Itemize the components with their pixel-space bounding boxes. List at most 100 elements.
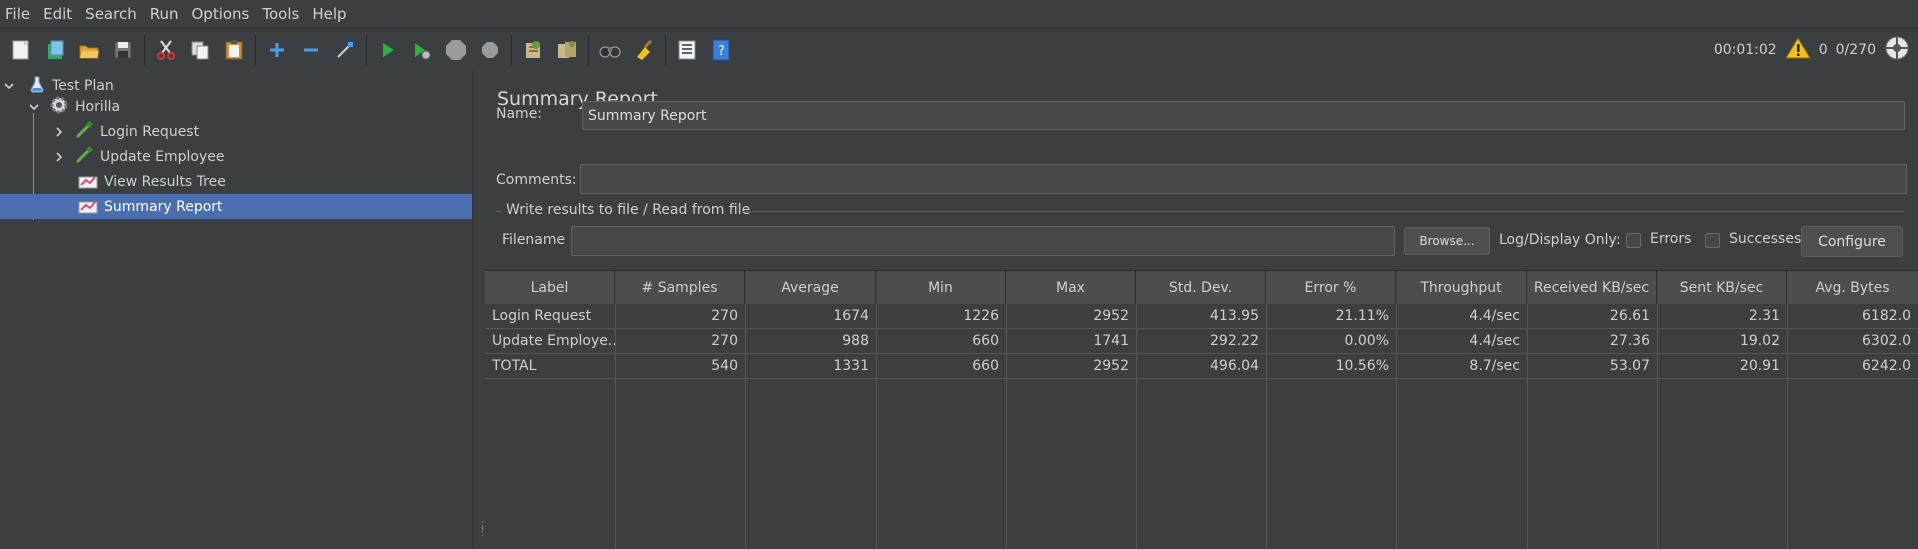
table-cell: 6242.0 bbox=[1862, 358, 1911, 374]
chevron-down-icon[interactable] bbox=[2, 79, 16, 93]
start-icon[interactable] bbox=[376, 38, 400, 62]
menu-bar: File Edit Search Run Options Tools Help bbox=[0, 0, 1918, 28]
expand-icon[interactable] bbox=[265, 38, 289, 62]
menu-run[interactable]: Run bbox=[145, 5, 187, 23]
filename-label: Filename bbox=[502, 232, 566, 248]
search-icon[interactable] bbox=[598, 38, 622, 62]
menu-file[interactable]: File bbox=[0, 5, 38, 23]
table-cell: 20.91 bbox=[1739, 358, 1780, 374]
chevron-right-icon[interactable] bbox=[52, 125, 66, 139]
table-cell: 4.4/sec bbox=[1469, 308, 1520, 324]
errors-checkbox[interactable] bbox=[1626, 233, 1641, 248]
elapsed-timer: 00:01:02 bbox=[1713, 42, 1777, 58]
menu-help[interactable]: Help bbox=[307, 5, 354, 23]
toolbar-separator bbox=[144, 35, 145, 65]
tree-item-label: Summary Report bbox=[104, 198, 223, 215]
toggle-icon[interactable] bbox=[333, 38, 357, 62]
table-cell: 270 bbox=[711, 308, 738, 324]
tree-item-label: View Results Tree bbox=[104, 173, 226, 190]
column-header-throughput[interactable]: Throughput bbox=[1396, 271, 1527, 304]
name-field[interactable]: Summary Report bbox=[582, 101, 1905, 130]
split-pane-divider[interactable]: ⋮ ⋮ bbox=[472, 71, 488, 548]
successes-checkbox[interactable] bbox=[1705, 233, 1720, 248]
column-header-max[interactable]: Max bbox=[1006, 271, 1136, 304]
menu-search[interactable]: Search bbox=[80, 5, 145, 23]
toolbar-separator bbox=[255, 35, 256, 65]
table-cell: 413.95 bbox=[1210, 308, 1259, 324]
column-header-received-kb[interactable]: Received KB/sec bbox=[1527, 271, 1657, 304]
tree-item-summary-report[interactable]: Summary Report bbox=[0, 194, 472, 219]
svg-text:?: ? bbox=[718, 44, 725, 59]
tree-item-view-results-tree[interactable]: View Results Tree bbox=[0, 169, 472, 194]
table-cell: 21.11% bbox=[1335, 308, 1389, 324]
paste-icon[interactable] bbox=[222, 38, 246, 62]
table-cell: 1674 bbox=[833, 308, 869, 324]
chevron-right-icon[interactable] bbox=[52, 150, 66, 164]
browse-button[interactable]: Browse... bbox=[1404, 227, 1490, 255]
clear-all-icon[interactable] bbox=[555, 38, 579, 62]
table-cell: 988 bbox=[842, 333, 869, 349]
table-cell: TOTAL bbox=[492, 358, 537, 374]
tree-item-login-request[interactable]: Login Request bbox=[0, 119, 472, 144]
column-header-label[interactable]: Label bbox=[485, 271, 615, 304]
thread-group-gear-icon bbox=[49, 95, 69, 119]
toolbar-separator bbox=[665, 35, 666, 65]
menu-edit[interactable]: Edit bbox=[38, 5, 80, 23]
warning-icon[interactable] bbox=[1784, 36, 1811, 64]
table-cell: 26.61 bbox=[1609, 308, 1650, 324]
function-helper-icon[interactable] bbox=[675, 38, 699, 62]
column-header-error-percent[interactable]: Error % bbox=[1266, 271, 1396, 304]
column-header-sent-kb[interactable]: Sent KB/sec bbox=[1657, 271, 1787, 304]
reset-search-icon[interactable] bbox=[632, 38, 656, 62]
warning-count: 0 bbox=[1818, 42, 1828, 58]
column-header-avg-bytes[interactable]: Avg. Bytes bbox=[1787, 271, 1918, 304]
start-no-pause-icon[interactable] bbox=[410, 38, 434, 62]
table-cell: 496.04 bbox=[1210, 358, 1259, 374]
table-cell: Update Employe... bbox=[492, 333, 615, 349]
tree-item-label: Horilla bbox=[75, 98, 121, 115]
save-icon[interactable] bbox=[111, 38, 135, 62]
toolbar-separator bbox=[511, 35, 512, 65]
table-cell: 6302.0 bbox=[1862, 333, 1911, 349]
stop-icon[interactable] bbox=[444, 38, 468, 62]
table-cell: 660 bbox=[972, 333, 999, 349]
column-header-std-dev[interactable]: Std. Dev. bbox=[1136, 271, 1266, 304]
column-header-samples[interactable]: # Samples bbox=[615, 271, 745, 304]
filename-field[interactable] bbox=[571, 226, 1395, 256]
help-icon[interactable]: ? bbox=[709, 38, 733, 62]
row-divider bbox=[485, 378, 1918, 379]
remote-engines-icon[interactable] bbox=[1884, 35, 1910, 65]
copy-icon[interactable] bbox=[188, 38, 212, 62]
group-border bbox=[496, 211, 501, 212]
comments-label: Comments: bbox=[496, 172, 577, 188]
clear-icon[interactable] bbox=[521, 38, 545, 62]
tree-item-horilla[interactable]: Horilla bbox=[0, 94, 472, 119]
templates-icon[interactable] bbox=[43, 38, 67, 62]
collapse-icon[interactable] bbox=[299, 38, 323, 62]
splitter-grip-icon[interactable]: ⋮ ⋮ bbox=[477, 520, 488, 537]
comments-field[interactable] bbox=[580, 164, 1907, 194]
table-cell: 2952 bbox=[1093, 308, 1129, 324]
summary-table: Label # Samples Average Min Max Std. Dev… bbox=[485, 270, 1918, 549]
chevron-down-icon[interactable] bbox=[27, 100, 41, 114]
test-plan-tree: Test Plan Horilla Login Request Update E… bbox=[0, 71, 472, 548]
shutdown-icon[interactable] bbox=[478, 38, 502, 62]
table-cell: 660 bbox=[972, 358, 999, 374]
column-header-average[interactable]: Average bbox=[745, 271, 876, 304]
table-cell: 6182.0 bbox=[1862, 308, 1911, 324]
cut-icon[interactable] bbox=[154, 38, 178, 62]
menu-options[interactable]: Options bbox=[186, 5, 257, 23]
new-template-icon[interactable] bbox=[9, 38, 33, 62]
column-header-min[interactable]: Min bbox=[876, 271, 1006, 304]
open-icon[interactable] bbox=[77, 38, 101, 62]
configure-button[interactable]: Configure bbox=[1801, 226, 1903, 257]
name-label: Name: bbox=[496, 106, 543, 122]
menu-tools[interactable]: Tools bbox=[257, 5, 307, 23]
table-cell: 2952 bbox=[1093, 358, 1129, 374]
toolbar: ? 00:01:02 0 0/270 bbox=[0, 28, 1918, 71]
table-cell: 2.31 bbox=[1748, 308, 1780, 324]
tree-item-label: Update Employee bbox=[100, 148, 225, 165]
table-cell: 4.4/sec bbox=[1469, 333, 1520, 349]
table-cell: 1331 bbox=[833, 358, 869, 374]
tree-item-update-employee[interactable]: Update Employee bbox=[0, 144, 472, 169]
